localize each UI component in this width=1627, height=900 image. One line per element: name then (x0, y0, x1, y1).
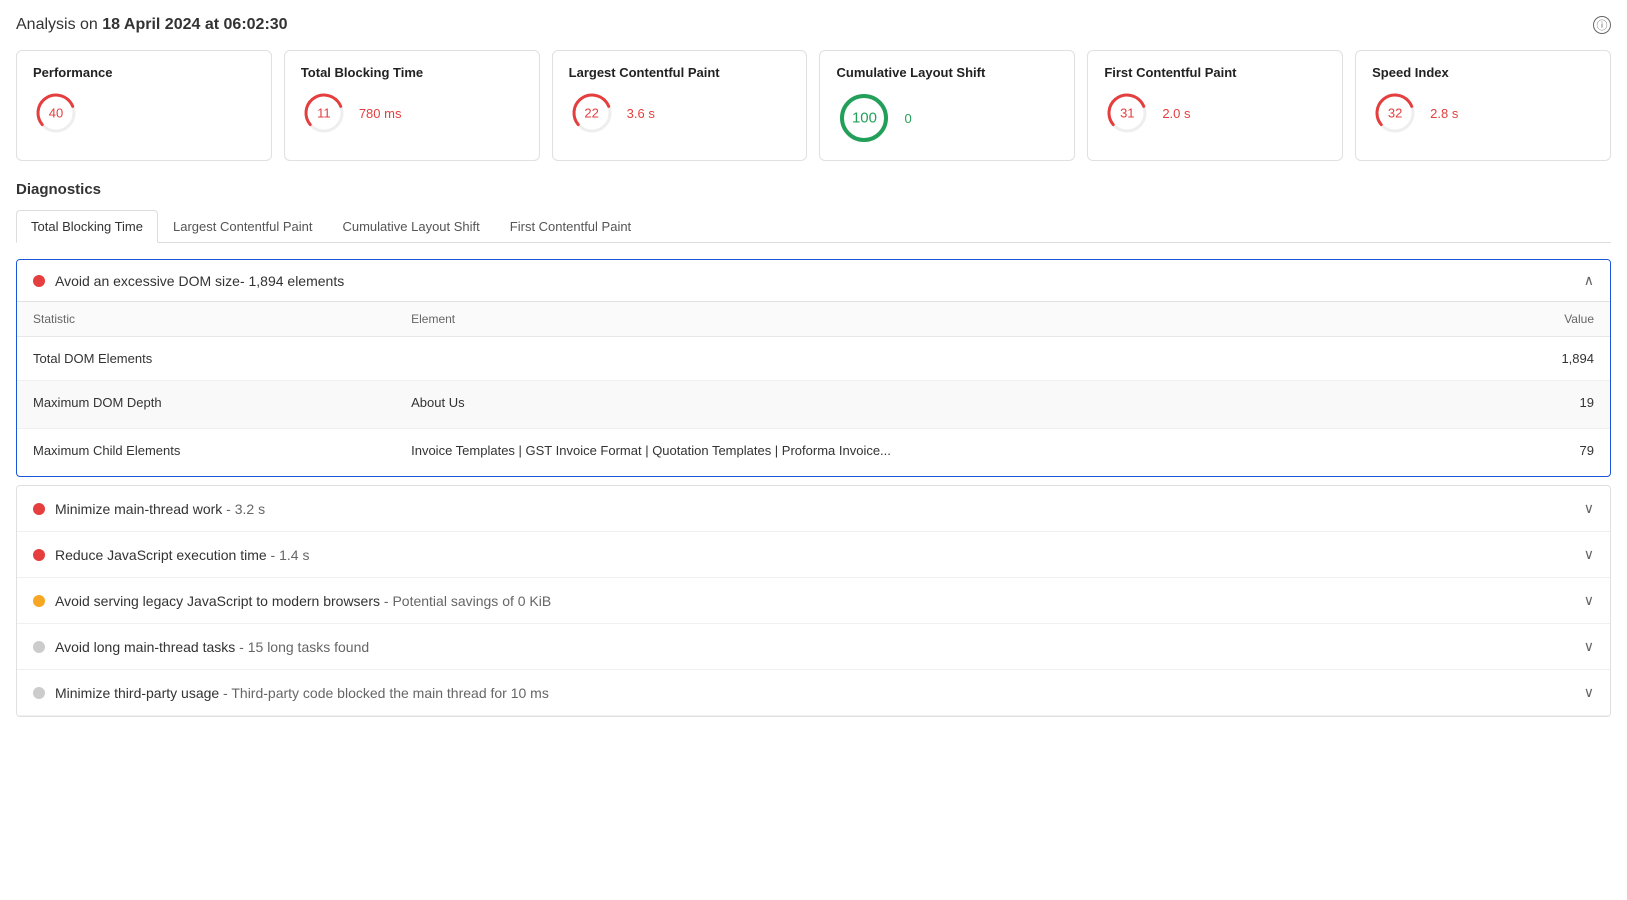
accordion-label-1: Reduce JavaScript execution time - 1.4 s (55, 547, 309, 563)
dom-size-chevron: ∧ (1584, 272, 1594, 289)
metric-card-performance: Performance 40 (16, 50, 272, 161)
metric-body-speed-index: 32 2.8 s (1372, 90, 1594, 136)
info-icon[interactable]: ⓘ (1593, 16, 1611, 34)
metric-title-first-contentful-paint: First Contentful Paint (1104, 65, 1326, 80)
statistic-cell: Maximum Child Elements (17, 429, 395, 477)
metric-card-first-contentful-paint: First Contentful Paint 31 2.0 s (1087, 50, 1343, 161)
element-cell: About Us (395, 381, 1474, 429)
metric-body-largest-contentful-paint: 22 3.6 s (569, 90, 791, 136)
accordion-label-4: Minimize third-party usage - Third-party… (55, 685, 549, 701)
gauge-speed-index: 32 (1372, 90, 1418, 136)
diagnostics-title: Diagnostics (16, 181, 1611, 198)
dom-size-body: StatisticElementValue Total DOM Elements… (17, 301, 1610, 476)
gauge-number-cumulative-layout-shift: 100 (852, 110, 877, 127)
diagnostics-section: Diagnostics Total Blocking TimeLargest C… (16, 181, 1611, 717)
metric-value-speed-index: 2.8 s (1430, 106, 1458, 121)
value-cell: 1,894 (1474, 337, 1610, 381)
analysis-date: 18 April 2024 at 06:02:30 (102, 16, 287, 33)
accordion-chevron-0: ∨ (1584, 500, 1594, 517)
gauge-total-blocking-time: 11 (301, 90, 347, 136)
element-cell: Invoice Templates | GST Invoice Format |… (395, 429, 1474, 477)
metric-title-largest-contentful-paint: Largest Contentful Paint (569, 65, 791, 80)
metric-body-total-blocking-time: 11 780 ms (301, 90, 523, 136)
diagnostics-tabs: Total Blocking TimeLargest Contentful Pa… (16, 210, 1611, 243)
gauge-largest-contentful-paint: 22 (569, 90, 615, 136)
gauge-number-total-blocking-time: 11 (317, 106, 331, 121)
accordion-item-0[interactable]: Minimize main-thread work - 3.2 s ∨ (17, 486, 1610, 532)
metric-card-speed-index: Speed Index 32 2.8 s (1355, 50, 1611, 161)
page-title: Analysis on 18 April 2024 at 06:02:30 (16, 16, 288, 34)
tab-largest-contentful-paint[interactable]: Largest Contentful Paint (158, 210, 327, 242)
table-row: Maximum DOM Depth About Us 19 (17, 381, 1610, 429)
tab-first-contentful-paint[interactable]: First Contentful Paint (495, 210, 646, 242)
dom-size-dot (33, 275, 45, 287)
accordion-item-3[interactable]: Avoid long main-thread tasks - 15 long t… (17, 624, 1610, 670)
accordion-chevron-1: ∨ (1584, 546, 1594, 563)
accordion-item-1[interactable]: Reduce JavaScript execution time - 1.4 s… (17, 532, 1610, 578)
accordion-left-1: Reduce JavaScript execution time - 1.4 s (33, 547, 309, 563)
tab-total-blocking-time[interactable]: Total Blocking Time (16, 210, 158, 243)
value-cell: 19 (1474, 381, 1610, 429)
table-row: Total DOM Elements 1,894 (17, 337, 1610, 381)
metric-card-largest-contentful-paint: Largest Contentful Paint 22 3.6 s (552, 50, 808, 161)
accordion-chevron-4: ∨ (1584, 684, 1594, 701)
value-cell: 79 (1474, 429, 1610, 477)
metric-value-first-contentful-paint: 2.0 s (1162, 106, 1190, 121)
metric-value-total-blocking-time: 780 ms (359, 106, 402, 121)
page-container: Analysis on 18 April 2024 at 06:02:30 ⓘ … (0, 0, 1627, 733)
gauge-cumulative-layout-shift: 100 (836, 90, 892, 146)
metric-title-performance: Performance (33, 65, 255, 80)
accordion-label-3: Avoid long main-thread tasks - 15 long t… (55, 639, 369, 655)
accordion-left-2: Avoid serving legacy JavaScript to moder… (33, 593, 551, 609)
accordion-label-0: Minimize main-thread work - 3.2 s (55, 501, 265, 517)
accordion-dot-3 (33, 641, 45, 653)
accordion-item-2[interactable]: Avoid serving legacy JavaScript to moder… (17, 578, 1610, 624)
metric-body-performance: 40 (33, 90, 255, 136)
metric-body-cumulative-layout-shift: 100 0 (836, 90, 1058, 146)
accordion-left-3: Avoid long main-thread tasks - 15 long t… (33, 639, 369, 655)
col-header-1: Element (395, 302, 1474, 337)
statistic-cell: Maximum DOM Depth (17, 381, 395, 429)
accordion-left-0: Minimize main-thread work - 3.2 s (33, 501, 265, 517)
col-header-0: Statistic (17, 302, 395, 337)
accordion-dot-0 (33, 503, 45, 515)
accordion-chevron-3: ∨ (1584, 638, 1594, 655)
tab-cumulative-layout-shift[interactable]: Cumulative Layout Shift (327, 210, 494, 242)
header: Analysis on 18 April 2024 at 06:02:30 ⓘ (16, 16, 1611, 34)
accordion-dot-1 (33, 549, 45, 561)
metric-card-total-blocking-time: Total Blocking Time 11 780 ms (284, 50, 540, 161)
element-text: Invoice Templates | GST Invoice Format |… (411, 443, 1458, 458)
col-header-2: Value (1474, 302, 1610, 337)
metric-value-cumulative-layout-shift: 0 (904, 111, 911, 126)
metric-title-total-blocking-time: Total Blocking Time (301, 65, 523, 80)
dom-size-label: Avoid an excessive DOM size- 1,894 eleme… (55, 273, 1584, 289)
metric-title-speed-index: Speed Index (1372, 65, 1594, 80)
accordion-dot-4 (33, 687, 45, 699)
table-row: Maximum Child Elements Invoice Templates… (17, 429, 1610, 477)
dom-size-header[interactable]: Avoid an excessive DOM size- 1,894 eleme… (17, 260, 1610, 301)
element-cell (395, 337, 1474, 381)
metric-value-largest-contentful-paint: 3.6 s (627, 106, 655, 121)
gauge-number-largest-contentful-paint: 22 (584, 106, 598, 121)
accordion-list: Minimize main-thread work - 3.2 s ∨ Redu… (16, 485, 1611, 717)
metric-body-first-contentful-paint: 31 2.0 s (1104, 90, 1326, 136)
accordion-dot-2 (33, 595, 45, 607)
element-text: About Us (411, 395, 1458, 410)
gauge-first-contentful-paint: 31 (1104, 90, 1150, 136)
gauge-performance: 40 (33, 90, 79, 136)
gauge-number-performance: 40 (49, 106, 63, 121)
metric-title-cumulative-layout-shift: Cumulative Layout Shift (836, 65, 1058, 80)
accordion-chevron-2: ∨ (1584, 592, 1594, 609)
metrics-row: Performance 40 Total Blocking Time 11 78… (16, 50, 1611, 161)
statistic-cell: Total DOM Elements (17, 337, 395, 381)
dom-size-accordion: Avoid an excessive DOM size- 1,894 eleme… (16, 259, 1611, 477)
accordion-left-4: Minimize third-party usage - Third-party… (33, 685, 549, 701)
gauge-number-speed-index: 32 (1388, 106, 1402, 121)
gauge-number-first-contentful-paint: 31 (1120, 106, 1134, 121)
accordion-item-4[interactable]: Minimize third-party usage - Third-party… (17, 670, 1610, 716)
accordion-label-2: Avoid serving legacy JavaScript to moder… (55, 593, 551, 609)
metric-card-cumulative-layout-shift: Cumulative Layout Shift 100 0 (819, 50, 1075, 161)
dom-size-table: StatisticElementValue Total DOM Elements… (17, 302, 1610, 476)
